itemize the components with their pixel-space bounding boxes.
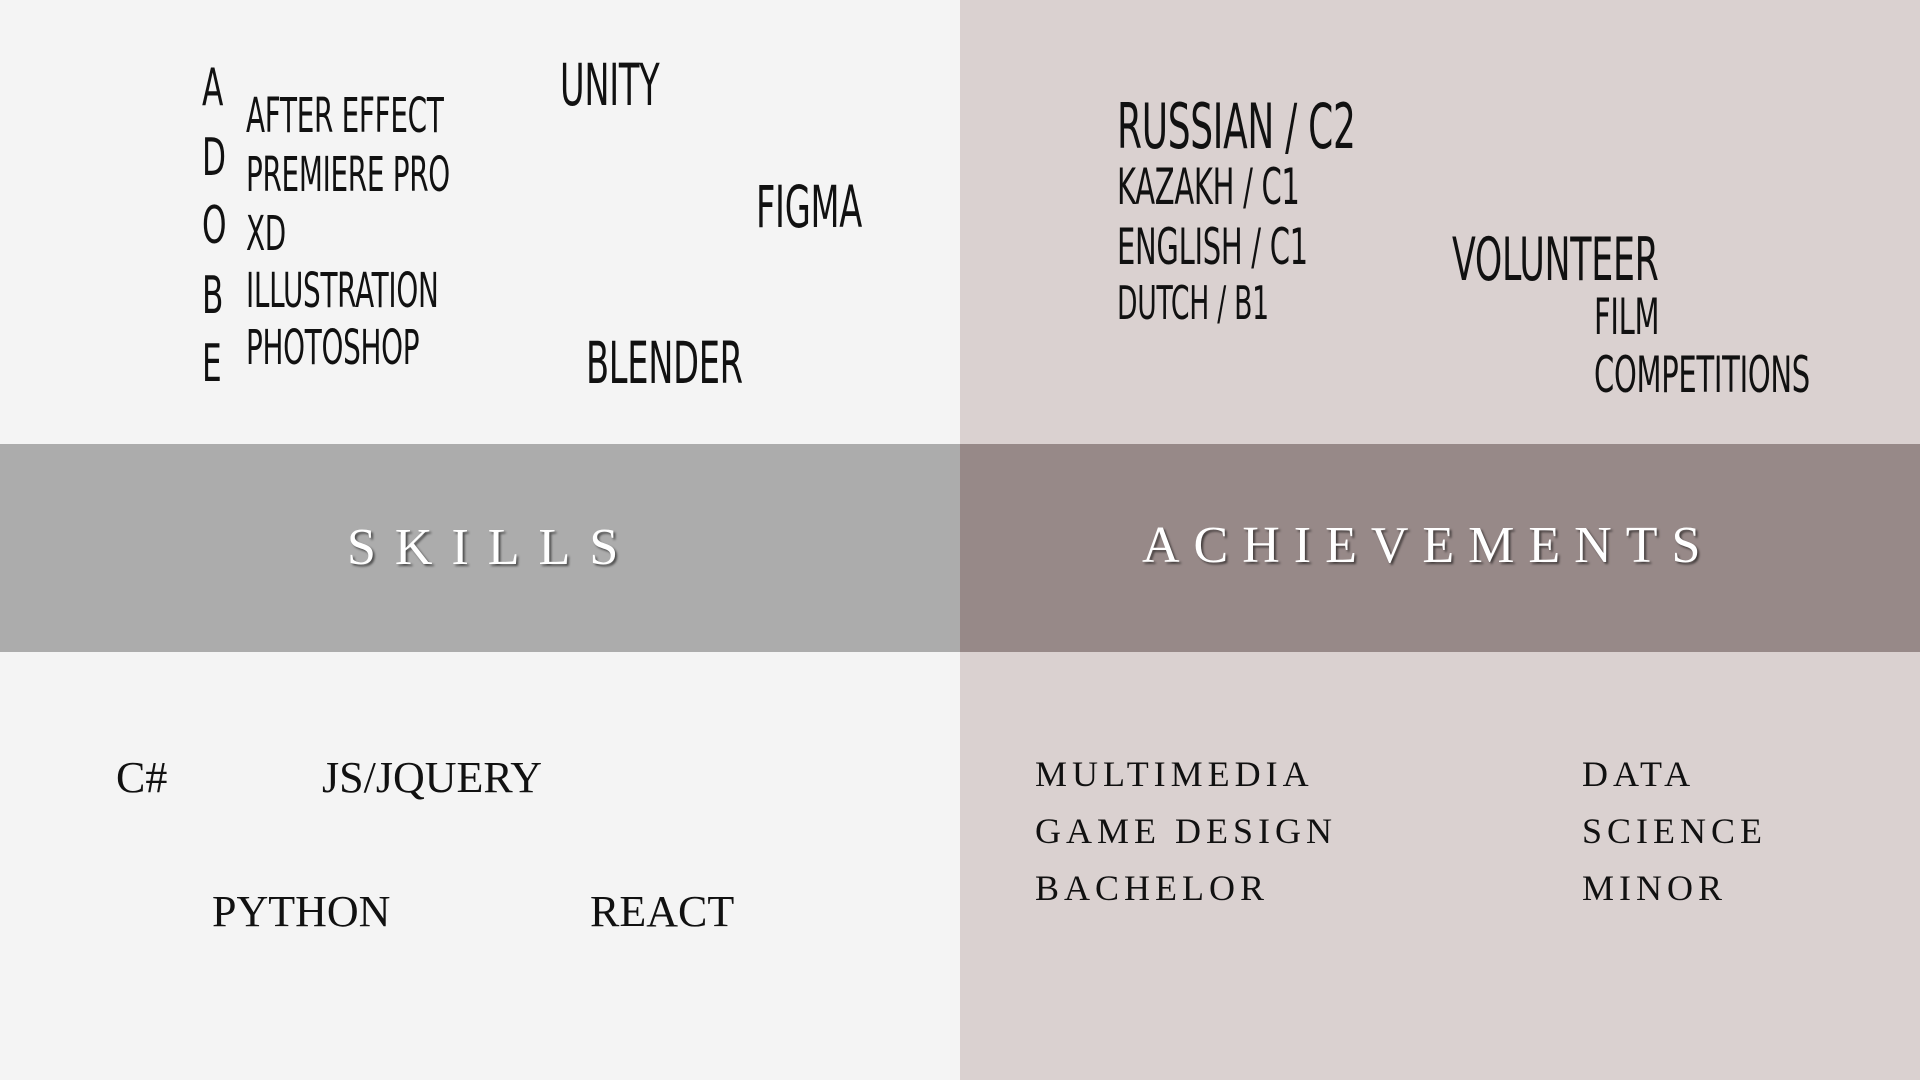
adobe-item-after-effect: AFTER EFFECT: [246, 88, 444, 144]
volunteer-title: VOLUNTEER: [1452, 225, 1659, 295]
language-english: ENGLISH / C1: [1117, 218, 1308, 276]
language-kazakh: KAZAKH / C1: [1117, 158, 1300, 216]
skill-python: PYTHON: [212, 887, 391, 936]
education-bachelor-line-2: GAME DESIGN: [1035, 811, 1337, 851]
adobe-letter-o: O: [202, 196, 227, 256]
education-minor-line-3: MINOR: [1582, 868, 1728, 908]
volunteer-line-film: FILM: [1594, 288, 1660, 346]
language-dutch: DUTCH / B1: [1117, 276, 1269, 330]
skill-react: REACT: [590, 887, 735, 936]
adobe-item-premiere-pro: PREMIERE PRO: [246, 147, 450, 203]
volunteer-line-competitions: COMPETITIONS: [1594, 346, 1810, 404]
achievements-heading: ACHIEVEMENTS: [1142, 517, 1715, 574]
skill-figma: FIGMA: [756, 173, 862, 241]
skill-unity: UNITY: [560, 51, 660, 119]
language-russian: RUSSIAN / C2: [1117, 90, 1356, 163]
adobe-item-xd: XD: [246, 206, 286, 262]
skills-heading: SKILLS: [347, 519, 638, 576]
skill-blender: BLENDER: [586, 329, 743, 397]
adobe-item-photoshop: PHOTOSHOP: [246, 320, 420, 376]
education-bachelor-line-1: MULTIMEDIA: [1035, 754, 1314, 794]
education-panel: MULTIMEDIA GAME DESIGN BACHELOR DATA SCI…: [960, 652, 1920, 1080]
adobe-letter-b: B: [202, 266, 224, 326]
slide: A D O B E AFTER EFFECT PREMIERE PRO XD I…: [0, 0, 1920, 1080]
achievements-top-panel: RUSSIAN / C2 KAZAKH / C1 ENGLISH / C1 DU…: [960, 0, 1920, 444]
adobe-item-illustration: ILLUSTRATION: [246, 263, 439, 319]
education-minor-line-2: SCIENCE: [1582, 811, 1768, 851]
adobe-letter-e: E: [202, 334, 222, 394]
skill-js-jquery: JS/JQUERY: [322, 753, 543, 802]
education-bachelor-line-3: BACHELOR: [1035, 868, 1270, 908]
achievements-band: ACHIEVEMENTS: [960, 444, 1920, 652]
programming-panel: C# JS/JQUERY PYTHON REACT: [0, 652, 960, 1080]
adobe-letter-d: D: [202, 128, 227, 188]
skills-band: SKILLS: [0, 444, 960, 652]
design-skills-panel: A D O B E AFTER EFFECT PREMIERE PRO XD I…: [0, 0, 960, 444]
adobe-letter-a: A: [202, 58, 224, 118]
skill-csharp: C#: [116, 753, 168, 802]
education-minor-line-1: DATA: [1582, 754, 1696, 794]
